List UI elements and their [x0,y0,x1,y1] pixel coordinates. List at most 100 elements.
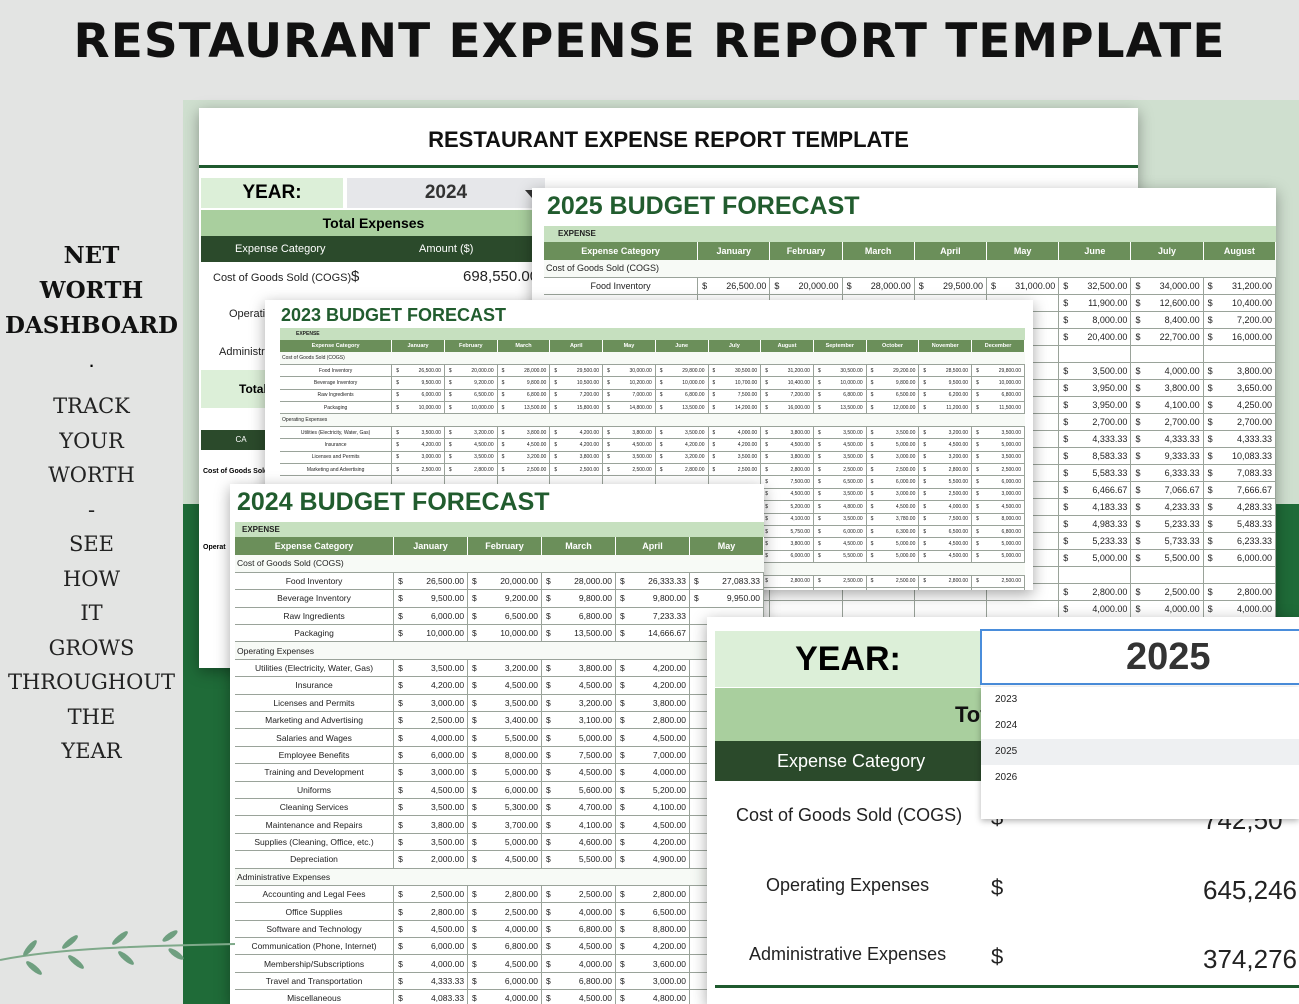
value-cell[interactable]: 4,333.33 [1213,430,1276,448]
value-cell[interactable]: 9,500.00 [403,589,469,608]
currency-cell[interactable]: $ [541,694,552,713]
currency-cell[interactable]: $ [549,438,558,452]
value-cell[interactable]: 5,750.00 [768,525,814,539]
currency-cell[interactable]: $ [866,513,874,526]
currency-cell[interactable]: $ [918,389,927,403]
value-cell[interactable]: 2,800.00 [768,575,814,588]
currency-cell[interactable]: $ [1130,600,1142,618]
row-label[interactable]: Cleaning Services [235,798,395,817]
currency-cell[interactable] [689,833,700,852]
currency-cell[interactable]: $ [842,277,853,295]
value-cell[interactable]: 4,000.00 [820,587,867,590]
currency-cell[interactable]: $ [1058,379,1069,397]
value-cell[interactable]: 34,000.00 [1141,277,1204,295]
currency-cell[interactable]: $ [467,589,478,608]
currency-cell[interactable]: $ [760,401,769,415]
currency-cell[interactable]: $ [1058,362,1069,380]
value-cell[interactable]: 3,800.00 [403,815,469,834]
currency-cell[interactable]: $ [391,426,400,440]
currency-cell[interactable]: $ [866,389,874,403]
currency-cell[interactable]: $ [615,920,626,939]
value-cell[interactable]: 2,800.00 [625,711,690,730]
currency-cell[interactable]: $ [866,500,874,514]
currency-cell[interactable]: $ [866,525,874,539]
value-cell[interactable]: 22,700.00 [1141,328,1204,346]
value-cell[interactable]: 10,000.00 [399,401,445,415]
currency-cell[interactable]: $ [541,746,552,765]
value-cell[interactable]: 4,500.00 [451,438,498,452]
currency-cell[interactable]: $ [393,676,404,695]
value-cell[interactable]: 2,500.00 [978,463,1025,477]
currency-cell[interactable]: $ [655,463,663,477]
currency-cell[interactable]: $ [813,475,821,489]
currency-cell[interactable] [1203,566,1214,584]
value-cell[interactable]: 4,983.33 [1068,515,1132,533]
currency-cell[interactable]: $ [760,463,769,477]
currency-cell[interactable]: $ [497,364,505,378]
currency-cell[interactable]: $ [1203,430,1214,448]
value-cell[interactable]: 6,800.00 [662,389,709,403]
value-cell[interactable]: 10,400.00 [1213,294,1276,312]
value-cell[interactable]: 6,800.00 [978,525,1025,539]
value-cell[interactable]: 9,333.33 [1141,447,1204,465]
value-cell[interactable]: 6,000.00 [1213,549,1276,567]
currency-cell[interactable]: $ [971,575,979,588]
currency-cell[interactable] [689,694,700,713]
value-cell[interactable]: 4,200.00 [715,438,762,452]
row-label[interactable]: Membership/Subscriptions [235,954,395,973]
value-cell[interactable]: 13,500.00 [662,401,709,415]
currency-cell[interactable]: $ [393,989,404,1004]
currency-cell[interactable]: $ [393,728,404,747]
currency-cell[interactable]: $ [813,500,821,514]
dropdown-option-selected[interactable]: 2025 [981,739,1299,765]
value-cell[interactable]: 6,000.00 [399,389,445,403]
value-cell[interactable]: 3,800.00 [504,426,551,440]
value-cell[interactable]: 2,800.00 [403,902,469,921]
currency-cell[interactable]: $ [1058,549,1069,567]
value-cell[interactable]: 3,200.00 [551,694,616,713]
currency-cell[interactable]: $ [971,525,979,539]
value-cell[interactable]: 11,200.00 [926,401,973,415]
currency-cell[interactable]: $ [541,902,552,921]
row-label[interactable]: Travel and Transportation [235,972,395,991]
currency-cell[interactable]: $ [813,575,821,588]
currency-cell[interactable]: $ [708,376,716,390]
value-cell[interactable]: 4,200.00 [403,676,469,695]
value-cell[interactable]: 9,800.00 [504,376,551,390]
value-cell[interactable]: 3,800.00 [625,694,690,713]
currency-cell[interactable]: $ [971,389,979,403]
currency-cell[interactable]: $ [655,451,663,465]
value-cell[interactable]: 6,333.33 [1141,464,1204,482]
value-cell[interactable]: 4,000.00 [477,920,543,939]
value-cell[interactable]: 2,500.00 [609,463,656,477]
currency-cell[interactable]: $ [655,364,663,378]
value-cell[interactable]: 2,800.00 [477,885,543,904]
value-cell[interactable]: 6,800.00 [477,937,543,956]
value-cell[interactable]: 4,333.33 [1068,430,1132,448]
currency-cell[interactable]: $ [541,763,552,782]
value-cell[interactable]: 2,800.00 [1213,583,1276,601]
row-label[interactable]: Insurance [280,438,393,452]
value-cell[interactable]: 10,000.00 [451,401,498,415]
value-cell[interactable]: 27,083.33 [699,572,764,591]
value-cell[interactable]: 4,000.00 [1141,362,1204,380]
value-cell[interactable]: 4,500.00 [551,937,616,956]
value-cell[interactable]: 6,500.00 [820,475,867,489]
value-cell[interactable]: 28,000.00 [504,364,551,378]
value-cell[interactable]: 3,200.00 [504,451,551,465]
value-cell[interactable]: 2,500.00 [978,575,1025,588]
value-cell[interactable]: 2,500.00 [926,488,973,502]
currency-cell[interactable]: $ [444,389,452,403]
value-cell[interactable]: 6,000.00 [403,746,469,765]
value-cell[interactable]: 13,500.00 [551,624,616,643]
currency-cell[interactable]: $ [615,607,626,626]
currency-cell[interactable]: $ [1058,430,1069,448]
currency-cell[interactable]: $ [1130,481,1142,499]
value-cell[interactable]: 14,800.00 [609,401,656,415]
currency-cell[interactable]: $ [918,426,927,440]
currency-cell[interactable]: $ [760,451,769,465]
currency-cell[interactable]: $ [1130,277,1142,295]
value-cell[interactable]: 3,200.00 [477,659,543,678]
currency-cell[interactable]: $ [1130,328,1142,346]
currency-cell[interactable]: $ [602,438,610,452]
